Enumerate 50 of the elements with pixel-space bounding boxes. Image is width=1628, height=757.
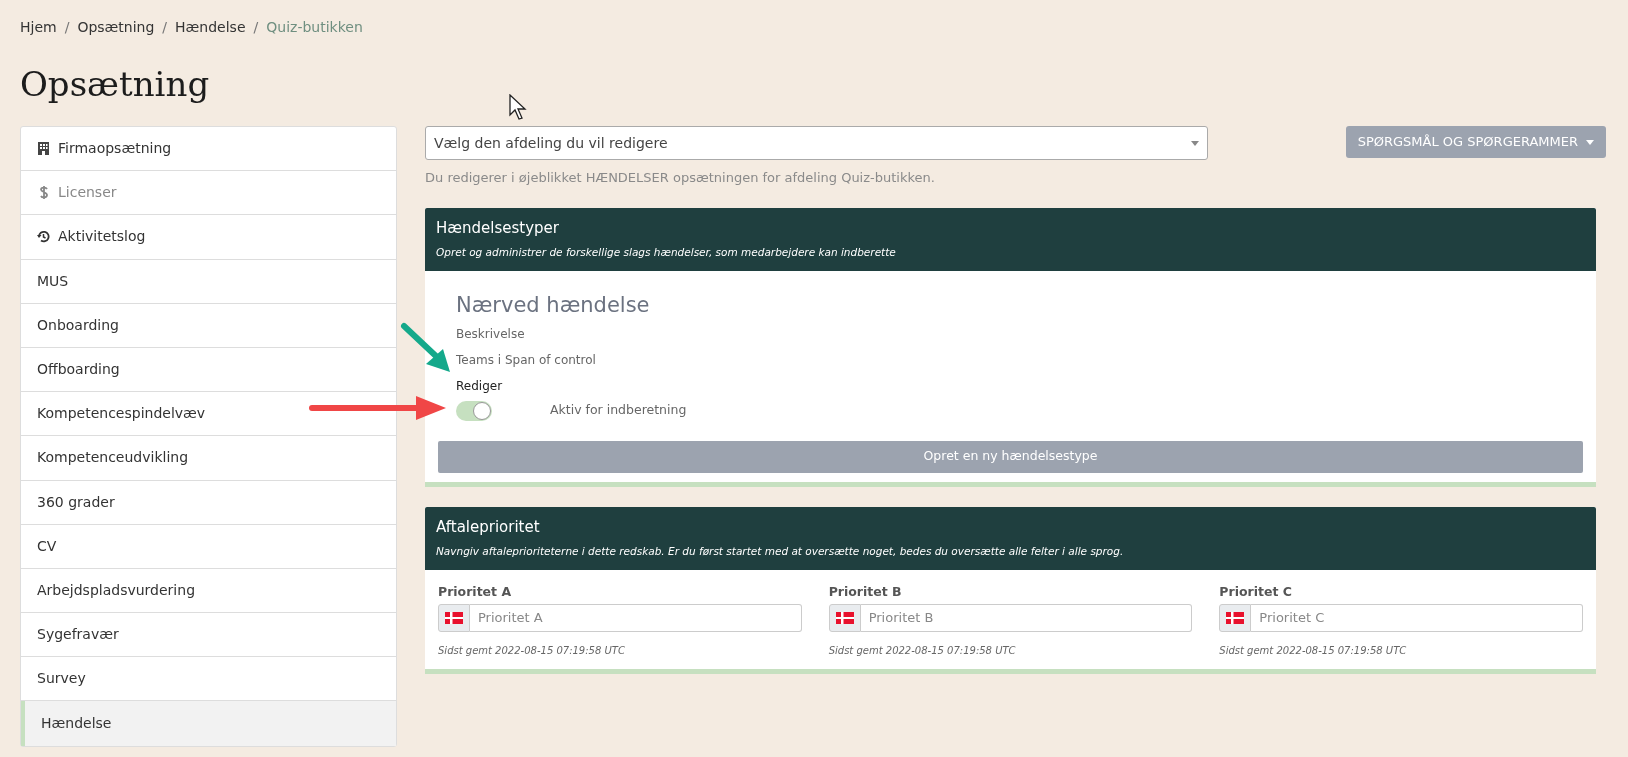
sidebar-item[interactable]: Kompetenceudvikling: [21, 436, 396, 481]
field-label: Prioritet B: [828, 583, 903, 601]
caret-icon: [1586, 139, 1594, 145]
sidebar-item[interactable]: Kompetencespindelvæv: [21, 392, 396, 437]
breadcrumb-link[interactable]: Hændelse: [175, 17, 246, 38]
sidebar-item[interactable]: Sygefravær: [21, 613, 396, 658]
event-description: Beskrivelse: [456, 325, 526, 343]
denmark-flag-icon: [835, 611, 854, 624]
sidebar-item[interactable]: Offboarding: [21, 347, 396, 393]
history-icon: [37, 230, 50, 244]
breadcrumb-link[interactable]: Opsætning: [77, 17, 155, 38]
field-label: Prioritet A: [438, 583, 513, 601]
caret-icon: [1191, 140, 1199, 146]
breadcrumb-separator: /: [162, 18, 168, 37]
page-title: Opsætning: [20, 63, 211, 106]
sidebar-item[interactable]: Aktivitetslog: [21, 215, 396, 260]
text-input[interactable]: Prioritet A: [470, 603, 802, 632]
edit-link[interactable]: Rediger: [456, 376, 503, 395]
panel-subtitle: Opret og administrer de forskellige slags hændelser, som medarbejdere kan indberette: [436, 245, 897, 260]
field-label: Prioritet C: [1219, 583, 1293, 601]
saved-timestamp: Sidst gemt 2022-08-15 07:19:58 UTC: [1219, 643, 1408, 658]
denmark-flag-icon: [445, 611, 463, 624]
breadcrumb-separator: /: [64, 18, 70, 37]
sidebar-item[interactable]: MUS: [21, 259, 396, 304]
info-text: Du redigerer i øjeblikket HÆNDELSER opsætningen for afdeling Quiz-butikken.: [425, 169, 936, 187]
sidebar-item[interactable]: Arbejdspladsvurdering: [21, 568, 396, 614]
dollar-icon: [37, 185, 50, 201]
sidebar-item[interactable]: CV: [21, 524, 396, 569]
cursor-icon: [509, 94, 527, 120]
breadcrumb-separator: /: [253, 18, 259, 37]
annotation-arrow: [401, 323, 450, 372]
toggle-label: Aktiv for indberetning: [550, 401, 687, 420]
denmark-flag-icon: [1226, 611, 1245, 624]
panel-subtitle: Navngiv aftaleprioriteterne i dette redskab. Er du først startet med at oversætte noget, bedes du oversætte alle felter i alle sprog.: [436, 544, 1125, 560]
event-type-name: Nærved hændelse: [456, 291, 651, 319]
department-select[interactable]: Vælg den afdeling du vil redigere: [425, 126, 1208, 160]
toggle-switch[interactable]: [456, 400, 492, 421]
sidebar-item[interactable]: Onboarding: [21, 303, 396, 348]
building-icon: [37, 142, 50, 156]
panel-title: Hændelsestyper: [436, 217, 560, 239]
text-input[interactable]: Prioritet C: [1251, 603, 1583, 632]
event-teams: Teams i Span of control: [456, 351, 597, 369]
breadcrumb-link[interactable]: Hjem: [20, 17, 57, 38]
saved-timestamp: Sidst gemt 2022-08-15 07:19:58 UTC: [828, 643, 1017, 658]
text-input[interactable]: Prioritet B: [860, 603, 1193, 632]
sidebar-item[interactable]: Hændelse: [21, 701, 396, 746]
sidebar-item[interactable]: 360 grader: [21, 480, 396, 525]
saved-timestamp: Sidst gemt 2022-08-15 07:19:58 UTC: [438, 643, 626, 658]
sidebar-item[interactable]: Firmaopsætning: [21, 127, 396, 172]
panel-title: Aftaleprioritet: [436, 516, 541, 538]
